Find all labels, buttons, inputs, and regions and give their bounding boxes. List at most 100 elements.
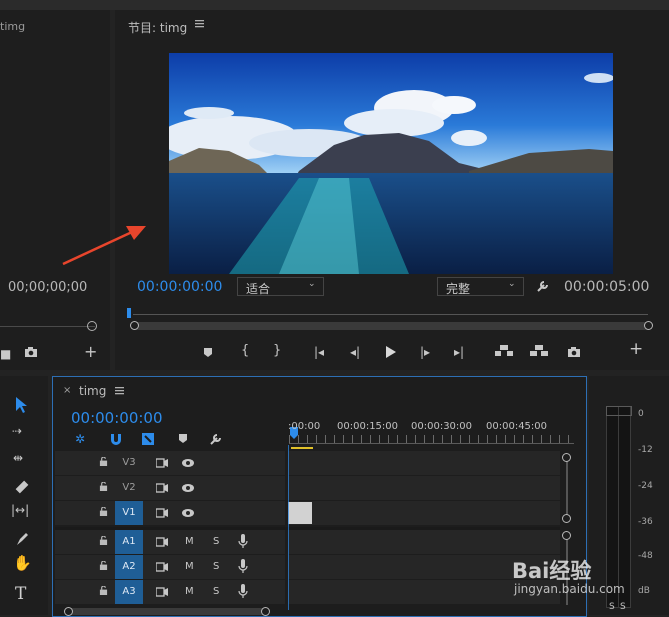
sync-lock-icon[interactable]	[156, 562, 169, 572]
wrench-icon[interactable]	[536, 279, 550, 296]
sequence-name[interactable]: timg	[79, 384, 106, 398]
scroll-handle[interactable]	[562, 531, 571, 540]
tools-panel: ⇢ ⇹ |↔| ✋ T	[0, 376, 48, 615]
selection-tool-icon[interactable]	[14, 396, 28, 417]
track-v3-lane[interactable]	[288, 451, 560, 475]
square-icon[interactable]: ■	[0, 348, 11, 360]
lock-icon[interactable]	[99, 561, 108, 570]
mute-button[interactable]: M	[185, 561, 194, 572]
microphone-icon[interactable]	[238, 534, 248, 549]
track-a3[interactable]: A3 M S	[55, 580, 285, 604]
razor-icon[interactable]	[14, 479, 30, 498]
mark-in-icon[interactable]: {	[241, 344, 249, 357]
camera-icon[interactable]	[24, 346, 38, 360]
hamburger-icon[interactable]	[115, 386, 125, 399]
eye-icon[interactable]	[181, 458, 195, 468]
scroll-handle[interactable]	[562, 453, 571, 462]
horizontal-scrollbar[interactable]	[66, 608, 268, 615]
track-label[interactable]: A1	[115, 530, 143, 554]
track-a1-lane[interactable]	[288, 530, 560, 554]
video-scrollbar[interactable]	[566, 458, 568, 518]
track-label[interactable]: V1	[115, 501, 143, 525]
track-label[interactable]: V3	[115, 451, 143, 475]
ripple-edit-icon[interactable]: ⇹	[13, 452, 23, 464]
time-ruler[interactable]	[133, 314, 648, 315]
microphone-icon[interactable]	[238, 584, 248, 599]
lift-icon[interactable]	[495, 345, 513, 359]
zoom-handle-left[interactable]	[130, 321, 139, 330]
track-label[interactable]: V2	[115, 476, 143, 500]
linked-selection-icon[interactable]	[141, 432, 155, 449]
lock-icon[interactable]	[99, 586, 108, 595]
sync-lock-icon[interactable]	[156, 508, 169, 518]
hamburger-icon[interactable]	[195, 19, 205, 32]
pen-icon[interactable]	[14, 531, 30, 550]
sync-lock-icon[interactable]	[156, 587, 169, 597]
nest-icon[interactable]: ✲	[75, 433, 85, 445]
quality-dropdown[interactable]: 完整 ⌄	[437, 277, 524, 296]
source-zoom-handle[interactable]	[87, 321, 97, 331]
sync-lock-icon[interactable]	[156, 537, 169, 547]
meter-clip-indicator[interactable]	[606, 406, 632, 416]
program-timecode[interactable]: 00:00:00:00	[137, 279, 222, 295]
lock-icon[interactable]	[99, 536, 108, 545]
track-a1[interactable]: A1 M S	[55, 530, 285, 554]
track-a2[interactable]: A2 M S	[55, 555, 285, 579]
mute-button[interactable]: M	[185, 536, 194, 547]
play-icon[interactable]	[385, 345, 397, 361]
sync-lock-icon[interactable]	[156, 458, 169, 468]
source-scrub-bar[interactable]	[0, 326, 95, 327]
video-frame[interactable]	[169, 53, 613, 274]
track-label[interactable]: A3	[115, 580, 143, 604]
zoom-scrollbar[interactable]	[131, 322, 651, 330]
microphone-icon[interactable]	[238, 559, 248, 574]
mark-out-icon[interactable]: }	[273, 344, 281, 357]
snap-icon[interactable]	[109, 432, 123, 449]
work-area-bar[interactable]	[291, 447, 313, 449]
solo-button[interactable]: S	[213, 561, 219, 572]
scroll-handle[interactable]	[562, 514, 571, 523]
go-to-in-icon[interactable]: |◂	[314, 346, 324, 358]
lock-icon[interactable]	[99, 507, 108, 516]
timeline-tab-close[interactable]: ×	[63, 385, 71, 396]
source-monitor-name: timg	[0, 20, 26, 33]
add-icon[interactable]: +	[84, 344, 97, 360]
solo-button[interactable]: S	[213, 586, 219, 597]
add-icon[interactable]: +	[629, 341, 643, 358]
type-tool-icon[interactable]: T	[15, 584, 26, 604]
extract-icon[interactable]	[530, 345, 548, 359]
track-select-icon[interactable]: ⇢	[12, 425, 22, 437]
eye-icon[interactable]	[181, 508, 195, 518]
meter-solo-left[interactable]: S	[609, 602, 615, 612]
time-ruler-line	[289, 443, 574, 444]
solo-button[interactable]: S	[213, 536, 219, 547]
eye-icon[interactable]	[181, 483, 195, 493]
track-v2[interactable]: V2	[55, 476, 285, 500]
hand-icon[interactable]: ✋	[13, 556, 32, 571]
sync-lock-icon[interactable]	[156, 483, 169, 493]
zoom-handle-right[interactable]	[644, 321, 653, 330]
video-clip[interactable]	[288, 502, 312, 524]
timeline-timecode[interactable]: 00:00:00:00	[71, 409, 163, 427]
track-v1-lane[interactable]	[288, 501, 560, 525]
time-ruler-ticks[interactable]	[289, 435, 574, 443]
lock-icon[interactable]	[99, 482, 108, 491]
fit-dropdown[interactable]: 适合 ⌄	[237, 277, 324, 296]
go-to-out-icon[interactable]: ▸|	[454, 346, 464, 358]
meter-solo-right[interactable]: S	[620, 602, 626, 612]
marker-icon[interactable]	[203, 347, 213, 360]
track-v2-lane[interactable]	[288, 476, 560, 500]
export-frame-icon[interactable]	[567, 346, 581, 360]
mute-button[interactable]: M	[185, 586, 194, 597]
wrench-icon[interactable]	[209, 432, 223, 449]
slip-icon[interactable]: |↔|	[11, 504, 29, 516]
track-v3[interactable]: V3	[55, 451, 285, 475]
step-back-icon[interactable]: ◂|	[350, 346, 360, 358]
track-label[interactable]: A2	[115, 555, 143, 579]
track-v1[interactable]: V1	[55, 501, 285, 525]
marker-icon[interactable]	[178, 433, 188, 447]
step-forward-icon[interactable]: |▸	[420, 346, 430, 358]
playhead[interactable]	[127, 308, 131, 318]
lock-icon[interactable]	[99, 457, 108, 466]
chevron-down-icon: ⌄	[508, 279, 516, 289]
